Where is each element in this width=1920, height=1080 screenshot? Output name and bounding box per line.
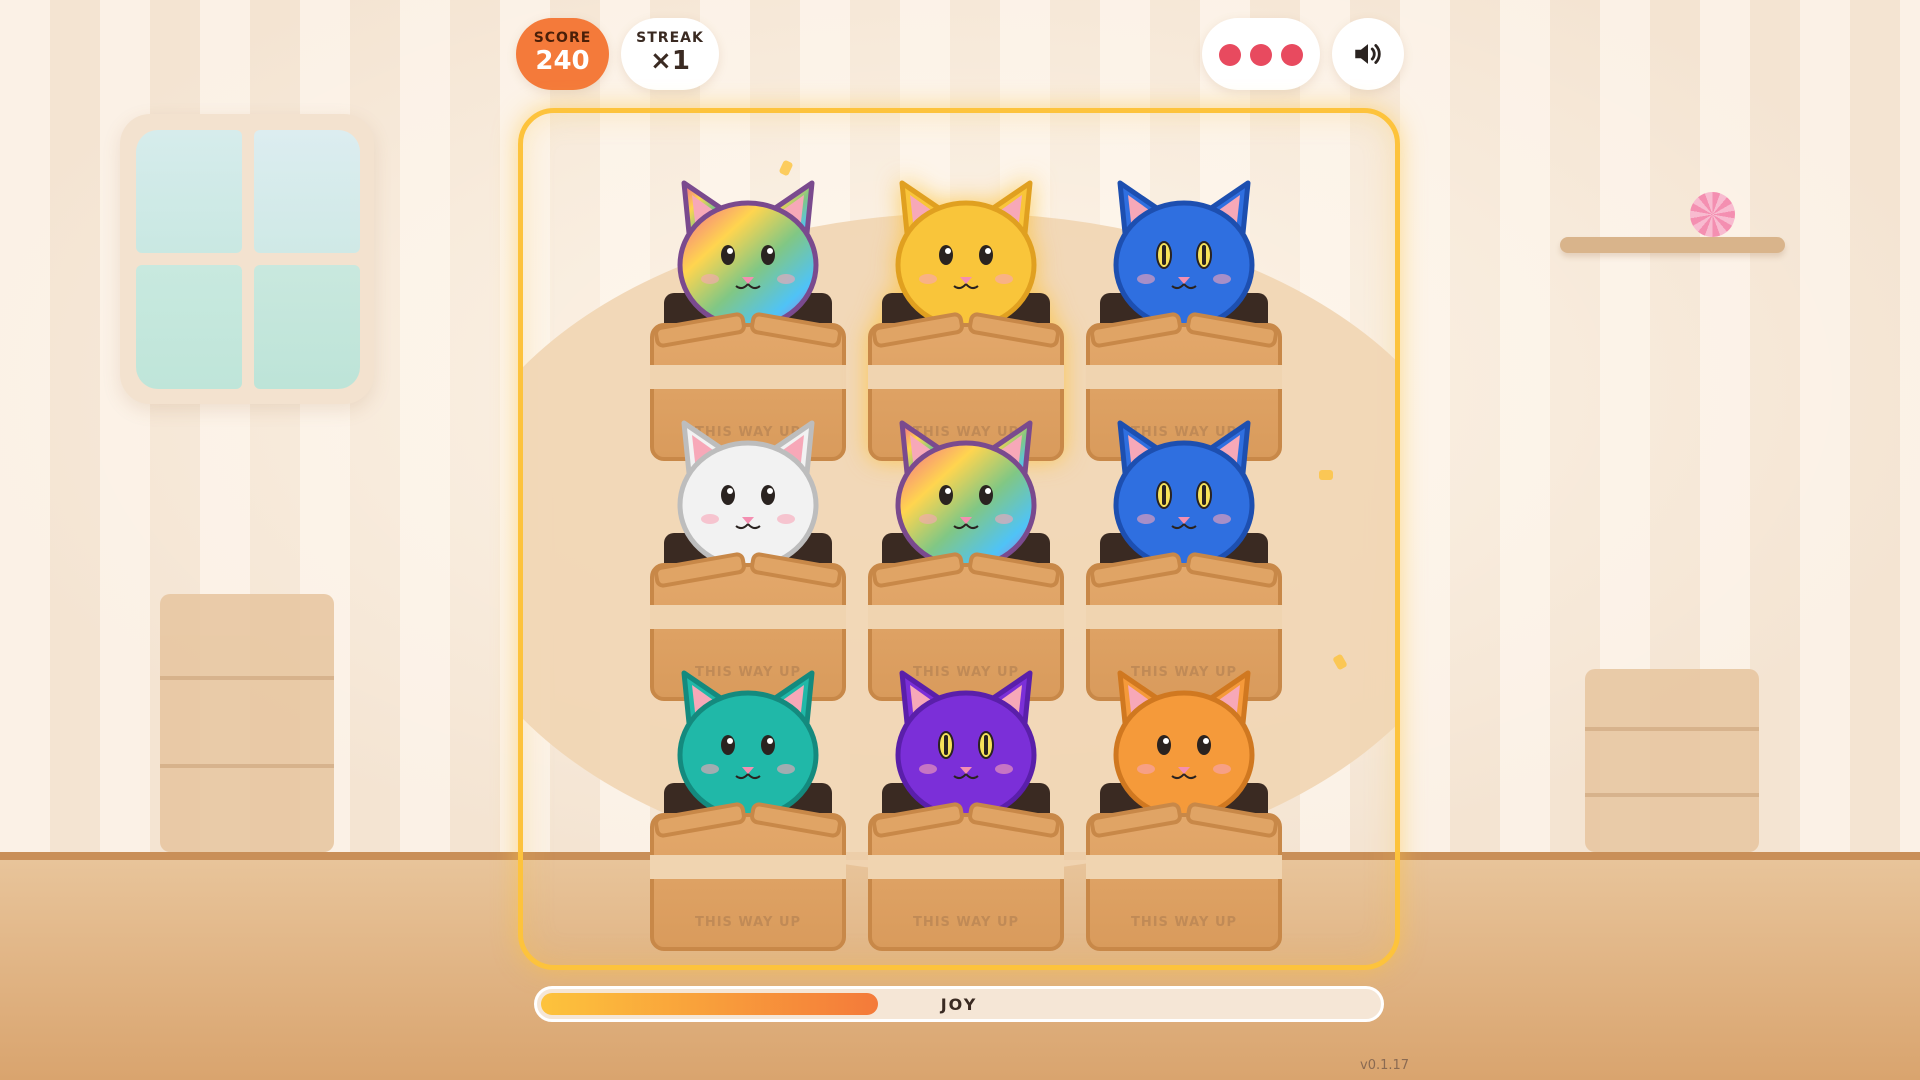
yarn-ball-icon bbox=[1690, 192, 1735, 237]
streak-display: STREAK ×1 bbox=[621, 18, 719, 90]
joy-meter: JOY bbox=[534, 986, 1384, 1022]
streak-value: ×1 bbox=[650, 46, 690, 76]
wall-shelf bbox=[1560, 237, 1785, 253]
score-label: SCORE bbox=[533, 30, 592, 46]
box-label: THIS WAY UP bbox=[694, 915, 802, 930]
window-pane bbox=[254, 265, 360, 389]
window-pane bbox=[136, 130, 242, 253]
room-window bbox=[120, 114, 374, 404]
cabinet-right bbox=[1585, 669, 1759, 852]
game-board: THIS WAY UP THIS WAY UP THIS WAY UP THIS WA… bbox=[518, 108, 1400, 970]
cat-white-icon bbox=[677, 420, 819, 563]
cat-blue-icon bbox=[1113, 180, 1255, 323]
window-pane bbox=[136, 265, 242, 389]
version-label: v0.1.17 bbox=[1360, 1058, 1410, 1073]
window-pane bbox=[254, 130, 360, 253]
joy-meter-label: JOY bbox=[940, 995, 978, 1014]
cat-teal-icon bbox=[677, 670, 819, 813]
cat-rainbow-icon bbox=[677, 180, 819, 323]
cat-purple-icon bbox=[895, 670, 1037, 813]
box-label: THIS WAY UP bbox=[912, 915, 1020, 930]
life-dot-icon bbox=[1250, 44, 1272, 66]
cat-blue-icon bbox=[1113, 420, 1255, 563]
sound-toggle-button[interactable] bbox=[1332, 18, 1404, 90]
cabinet-left bbox=[160, 594, 334, 852]
life-dot-icon bbox=[1219, 44, 1241, 66]
life-dot-icon bbox=[1281, 44, 1303, 66]
cat-rainbow-icon bbox=[895, 420, 1037, 563]
speaker-volume-icon bbox=[1355, 44, 1381, 64]
box-label: THIS WAY UP bbox=[1130, 915, 1238, 930]
cat-box-orange[interactable]: THIS WAY UP bbox=[1084, 663, 1284, 963]
cat-box-purple[interactable]: THIS WAY UP bbox=[866, 663, 1066, 963]
cat-box-teal[interactable]: THIS WAY UP bbox=[648, 663, 848, 963]
score-value: 240 bbox=[535, 46, 590, 76]
streak-label: STREAK bbox=[636, 30, 704, 46]
cat-orange-icon bbox=[1113, 670, 1255, 813]
cat-yellow-icon bbox=[895, 180, 1037, 323]
lives-indicator bbox=[1202, 18, 1320, 90]
score-display: SCORE 240 bbox=[516, 18, 609, 90]
